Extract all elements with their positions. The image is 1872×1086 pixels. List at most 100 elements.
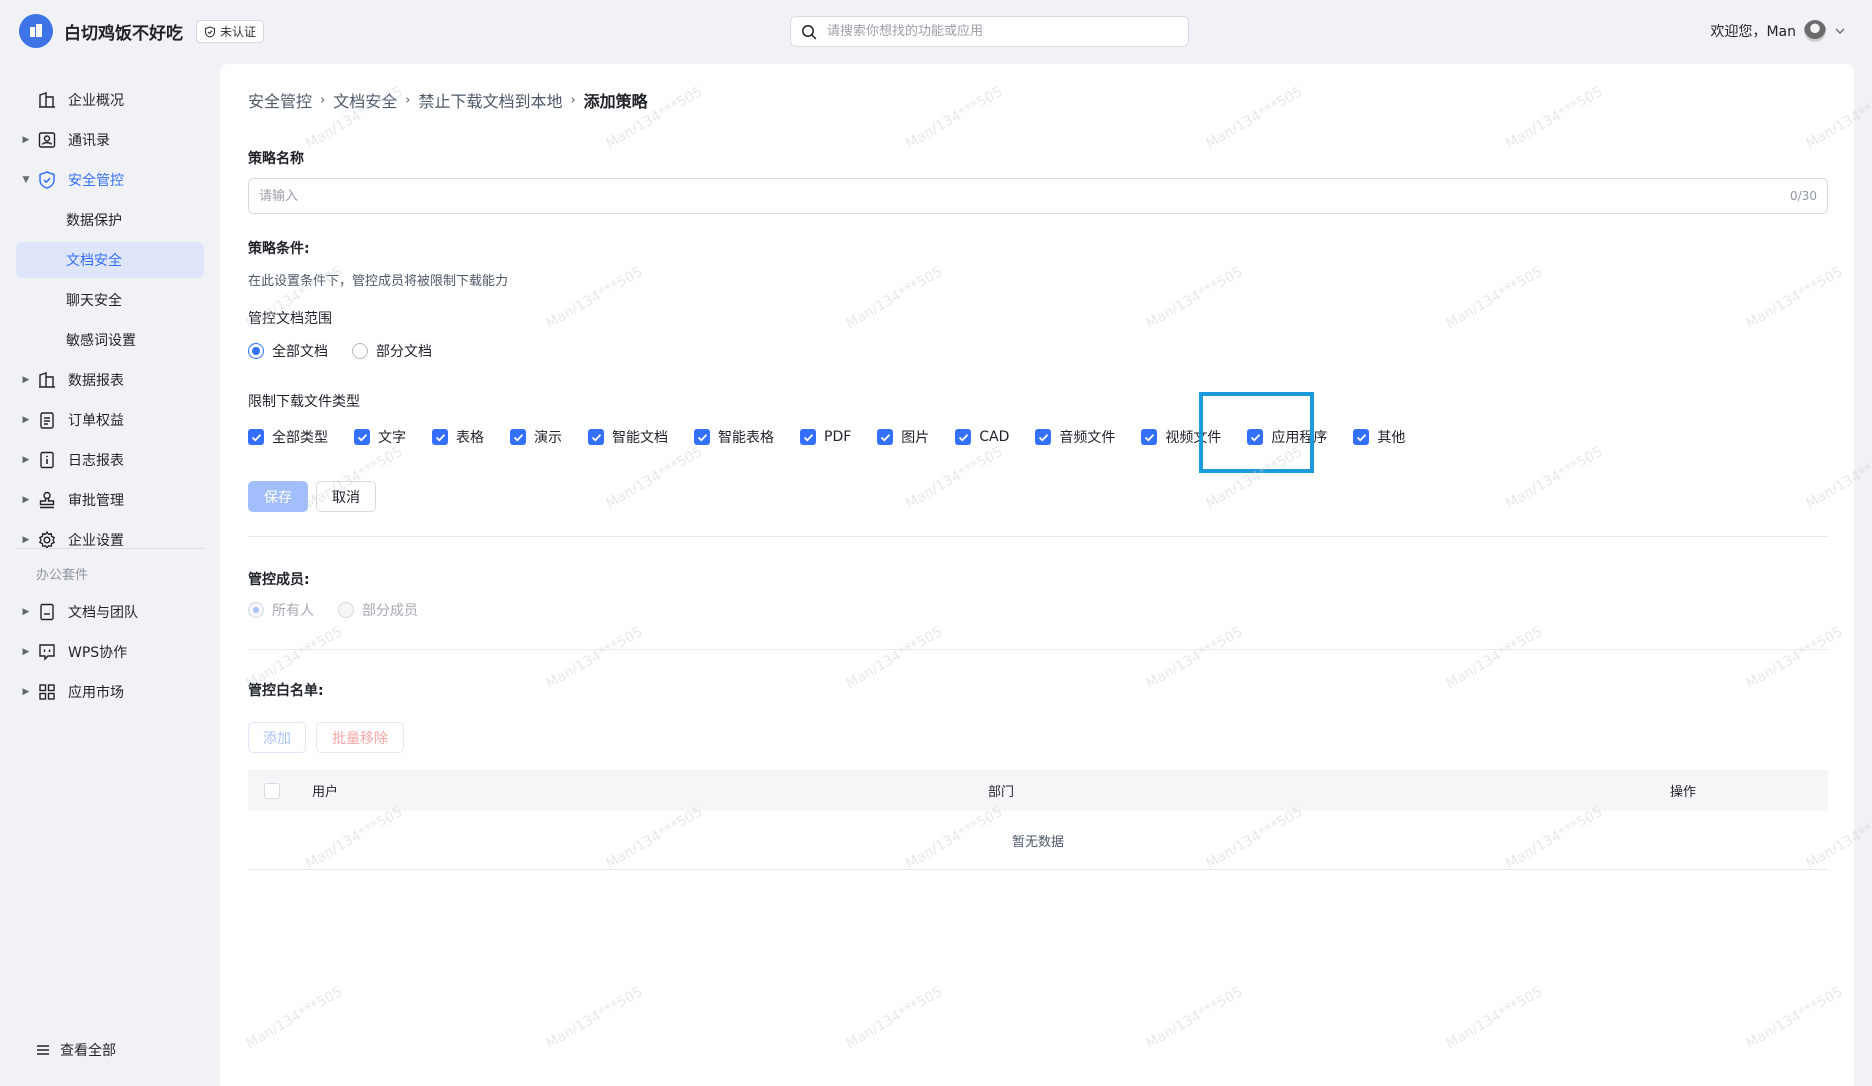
policy-name-input[interactable] — [259, 188, 1791, 204]
sidebar-item-label: 企业概况 — [68, 93, 124, 109]
filetype-checkbox-text[interactable]: 文字 — [354, 422, 406, 452]
members-radio-group: 所有人 部分成员 — [248, 600, 418, 620]
sidebar-item-label: 订单权益 — [68, 413, 124, 429]
caret-right-icon: ▶ — [22, 687, 30, 697]
sidebar-divider — [16, 548, 204, 549]
policy-name-label: 策略名称 — [248, 151, 304, 167]
scope-radio-group: 全部文档 部分文档 — [248, 341, 432, 361]
caret-right-icon: ▶ — [22, 135, 30, 145]
save-button[interactable]: 保存 — [248, 481, 308, 512]
filetype-checkbox-audio[interactable]: 音频文件 — [1035, 422, 1115, 452]
global-search[interactable] — [790, 16, 1189, 47]
caret-right-icon: ▶ — [22, 455, 30, 465]
sidebar-item-overview[interactable]: 企业概况 — [16, 82, 204, 118]
view-all-label: 查看全部 — [60, 1043, 116, 1059]
filetype-checkbox-cad[interactable]: CAD — [955, 422, 1009, 452]
checkbox-label: 表格 — [456, 430, 484, 446]
scope-radio-all[interactable]: 全部文档 — [248, 341, 328, 361]
select-all-checkbox[interactable] — [264, 782, 280, 799]
chevron-right-icon: › — [570, 92, 576, 108]
members-radio-all[interactable]: 所有人 — [248, 600, 314, 620]
checkmark-icon — [877, 429, 894, 445]
sidebar-item-security[interactable]: ▼ 安全管控 — [16, 162, 204, 198]
sidebar-item-app-market[interactable]: ▶ 应用市场 — [16, 674, 204, 710]
menu-icon — [37, 1045, 49, 1055]
scope-radio-partial[interactable]: 部分文档 — [352, 341, 432, 361]
org-name[interactable]: 白切鸡饭不好吃 — [64, 19, 183, 44]
radio-dot — [248, 343, 264, 359]
shield-icon — [36, 169, 58, 191]
section-divider — [248, 536, 1828, 537]
filetype-checkbox-app[interactable]: 应用程序 — [1247, 422, 1327, 452]
filetype-checkbox-pdf[interactable]: PDF — [800, 422, 851, 452]
conditions-desc: 在此设置条件下，管控成员将被限制下载能力 — [248, 274, 509, 289]
view-all-button[interactable]: 查看全部 — [36, 1040, 116, 1060]
sidebar-item-label: 数据保护 — [66, 213, 122, 229]
caret-right-icon: ▶ — [22, 647, 30, 657]
add-button[interactable]: 添加 — [248, 722, 306, 753]
cert-badge[interactable]: 未认证 — [196, 20, 265, 43]
checkbox-label: CAD — [979, 429, 1010, 445]
filetype-checkbox-video[interactable]: 视频文件 — [1141, 422, 1221, 452]
filetype-checkbox-smart-doc[interactable]: 智能文档 — [588, 422, 668, 452]
checkmark-icon — [510, 429, 526, 445]
contacts-icon — [36, 129, 58, 151]
checkmark-icon — [800, 429, 816, 445]
sidebar-item-contacts[interactable]: ▶ 通讯录 — [16, 122, 204, 158]
avatar[interactable] — [1804, 20, 1826, 42]
breadcrumb-item-policy[interactable]: 禁止下载文档到本地 — [418, 88, 562, 112]
radio-label: 部分文档 — [376, 344, 432, 360]
column-header-op: 操作 — [1670, 785, 1697, 800]
checkbox-label: 全部类型 — [272, 430, 328, 446]
policy-name-field[interactable]: 0/30 — [248, 178, 1828, 214]
checkbox-label: 智能文档 — [612, 430, 668, 446]
sidebar-item-orders[interactable]: ▶ 订单权益 — [16, 402, 204, 438]
search-input[interactable] — [827, 24, 1188, 39]
filetype-checkbox-all[interactable]: 全部类型 — [248, 422, 328, 452]
checkmark-icon — [1141, 429, 1158, 445]
sidebar-item-settings[interactable]: ▶ 企业设置 — [16, 522, 204, 558]
sidebar-item-label: 数据报表 — [68, 373, 124, 389]
caret-right-icon: ▶ — [22, 415, 30, 425]
breadcrumb: 安全管控 › 文档安全 › 禁止下载文档到本地 › 添加策略 — [248, 88, 648, 112]
checkbox-label: 其他 — [1377, 430, 1406, 446]
filetype-checkbox-image[interactable]: 图片 — [877, 422, 929, 452]
breadcrumb-item-security[interactable]: 安全管控 — [248, 88, 312, 112]
sidebar-item-chat-security[interactable]: 聊天安全 — [16, 282, 204, 318]
building-icon — [36, 89, 58, 111]
document-icon — [36, 601, 58, 623]
sidebar-item-label: 文档安全 — [66, 253, 122, 269]
sidebar-item-docs-team[interactable]: ▶ 文档与团队 — [16, 594, 204, 630]
radio-label: 部分成员 — [362, 603, 418, 619]
filetype-checkbox-other[interactable]: 其他 — [1353, 422, 1405, 452]
filetype-checkbox-slides[interactable]: 演示 — [510, 422, 562, 452]
cancel-button[interactable]: 取消 — [316, 481, 376, 512]
sidebar-item-wps[interactable]: ▶ WPS协作 — [16, 634, 204, 670]
sidebar-item-doc-security[interactable]: 文档安全 — [16, 242, 204, 278]
filetype-checkbox-sheet[interactable]: 表格 — [432, 422, 484, 452]
sidebar-item-data-protection[interactable]: 数据保护 — [16, 202, 204, 238]
members-radio-partial[interactable]: 部分成员 — [338, 600, 418, 620]
checkbox-label: 视频文件 — [1165, 430, 1222, 446]
sidebar-item-logs[interactable]: ▶ 日志报表 — [16, 442, 204, 478]
org-logo[interactable] — [19, 14, 53, 48]
caret-down-icon: ▼ — [22, 175, 30, 185]
radio-dot — [338, 602, 354, 618]
batch-remove-button[interactable]: 批量移除 — [316, 722, 404, 753]
sidebar-item-sensitive-words[interactable]: 敏感词设置 — [16, 322, 204, 358]
sidebar-item-label: 聊天安全 — [66, 293, 122, 309]
filetype-checkbox-smart-sheet[interactable]: 智能表格 — [694, 422, 774, 452]
sidebar-item-data-reports[interactable]: ▶ 数据报表 — [16, 362, 204, 398]
breadcrumb-item-doc-security[interactable]: 文档安全 — [333, 88, 397, 112]
sidebar-item-approval[interactable]: ▶ 审批管理 — [16, 482, 204, 518]
user-menu[interactable]: 欢迎您，Man — [1710, 20, 1846, 42]
checkmark-icon — [432, 429, 448, 445]
stamp-icon — [36, 489, 58, 511]
sidebar-item-label: 通讯录 — [68, 133, 110, 149]
sidebar-item-label: 敏感词设置 — [66, 333, 136, 349]
checkbox-label: 音频文件 — [1059, 430, 1116, 446]
empty-state: 暂无数据 — [248, 811, 1828, 870]
checkmark-icon — [1035, 429, 1052, 445]
caret-right-icon: ▶ — [22, 495, 30, 505]
info-doc-icon — [36, 449, 58, 471]
